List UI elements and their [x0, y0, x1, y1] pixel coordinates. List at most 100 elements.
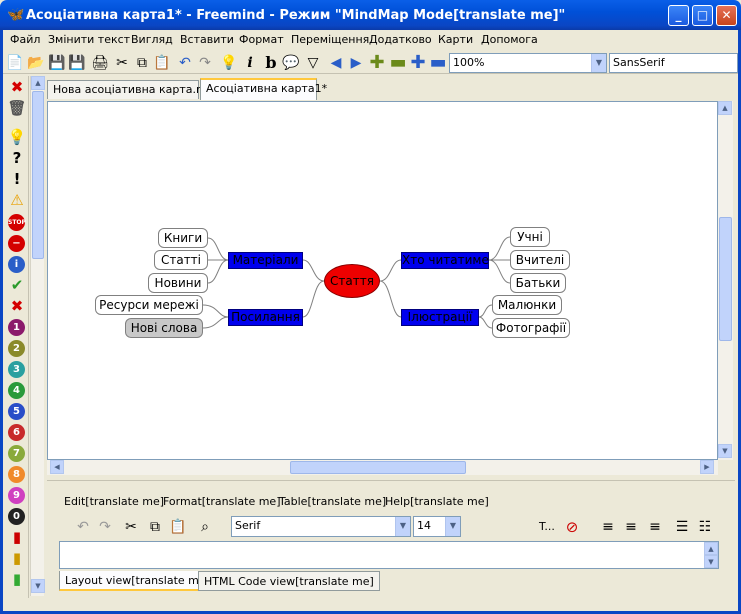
number-1-icon[interactable]: 1	[8, 319, 25, 336]
vertical-scroll-thumb[interactable]	[719, 217, 732, 341]
trash-icon[interactable]: 🗑	[6, 99, 28, 117]
chevron-down-icon[interactable]: ▼	[591, 54, 606, 72]
paste-icon[interactable]: 📋	[153, 54, 171, 72]
scroll-left-icon[interactable]: ◀	[50, 460, 64, 474]
align-left-icon[interactable]: ≡	[599, 518, 617, 536]
scroll-thumb[interactable]	[32, 91, 44, 259]
cut-icon[interactable]: ✂	[113, 54, 131, 72]
cross-icon[interactable]: ✖	[6, 297, 28, 315]
arrow-right-icon[interactable]: ▶	[347, 54, 365, 72]
menu-tools[interactable]: Додатково	[369, 33, 432, 46]
menu-format[interactable]: Формат	[239, 33, 284, 46]
root-node[interactable]: Стаття	[324, 264, 380, 298]
filter-icon[interactable]: ▽	[304, 54, 322, 72]
no-format-icon[interactable]: ⊘	[563, 518, 581, 536]
scroll-down-icon[interactable]: ▼	[31, 579, 45, 593]
number-2-icon[interactable]: 2	[8, 340, 25, 357]
icons-toolbar-scrollbar[interactable]: ▲ ▼	[30, 76, 45, 596]
warning-icon[interactable]: ⚠	[6, 191, 28, 209]
tab-new-map[interactable]: Нова асоціативна карта.mm	[47, 80, 217, 99]
node-new-words[interactable]: Нові слова	[125, 318, 203, 338]
node-teachers[interactable]: Вчителі	[510, 250, 570, 270]
horizontal-scroll-thumb[interactable]	[290, 461, 466, 474]
checkmark-icon[interactable]: ✔	[6, 276, 28, 294]
editor-menu-table[interactable]: Table[translate me]	[279, 495, 386, 508]
menu-insert[interactable]: Вставити	[180, 33, 234, 46]
number-5-icon[interactable]: 5	[8, 403, 25, 420]
info-icon[interactable]: i	[8, 256, 25, 273]
add-icon[interactable]: ✚	[409, 54, 427, 72]
scroll-up-icon[interactable]: ▲	[31, 76, 45, 90]
bullet-list-icon[interactable]: ☰	[673, 518, 691, 536]
editor-size-select[interactable]: 14 ▼	[413, 516, 461, 537]
align-center-icon[interactable]: ≡	[622, 518, 640, 536]
node-readers[interactable]: Хто читатиме	[401, 252, 489, 269]
scroll-right-icon[interactable]: ▶	[700, 460, 714, 474]
menu-maps[interactable]: Карти	[438, 33, 473, 46]
new-file-icon[interactable]: 📄	[6, 54, 24, 72]
bold-icon[interactable]: b	[262, 54, 280, 72]
remove-last-icon-icon[interactable]: ✖	[6, 78, 28, 96]
node-news[interactable]: Новини	[148, 273, 208, 293]
redo-icon[interactable]: ↷	[196, 54, 214, 72]
undo-icon[interactable]: ↶	[176, 54, 194, 72]
text-style-button[interactable]: T...	[539, 520, 555, 533]
number-0-icon[interactable]: 0	[8, 508, 25, 525]
node-materials[interactable]: Матеріали	[228, 252, 303, 269]
number-6-icon[interactable]: 6	[8, 424, 25, 441]
copy-icon[interactable]: ⧉	[146, 518, 164, 536]
chevron-down-icon[interactable]: ▼	[395, 517, 410, 536]
menu-view[interactable]: Вигляд	[131, 33, 173, 46]
arrow-left-icon[interactable]: ◀	[327, 54, 345, 72]
zoom-in-plus-icon[interactable]: ✚	[368, 54, 386, 72]
remove-icon[interactable]: ▬	[429, 54, 447, 72]
scroll-down-icon[interactable]: ▼	[718, 444, 732, 458]
scroll-down-icon[interactable]: ▼	[704, 555, 718, 568]
menu-edit-text[interactable]: Змінити текст	[48, 33, 130, 46]
maximize-button[interactable]: □	[692, 5, 713, 26]
scroll-up-icon[interactable]: ▲	[718, 101, 732, 115]
save-icon[interactable]: 💾	[48, 54, 66, 72]
undo-icon[interactable]: ↶	[74, 518, 92, 536]
node-parents[interactable]: Батьки	[510, 273, 566, 293]
scroll-up-icon[interactable]: ▲	[704, 542, 718, 555]
save-as-icon[interactable]: 💾	[68, 54, 86, 72]
idea-icon[interactable]: 💡	[6, 128, 28, 146]
menu-help[interactable]: Допомога	[481, 33, 538, 46]
node-articles[interactable]: Статті	[154, 250, 208, 270]
cut-icon[interactable]: ✂	[122, 518, 140, 536]
canvas-vertical-scrollbar[interactable]: ▲ ▼	[718, 101, 733, 460]
number-8-icon[interactable]: 8	[8, 466, 25, 483]
tab-layout-view[interactable]: Layout view[translate me]	[59, 571, 216, 591]
tab-html-code-view[interactable]: HTML Code view[translate me]	[198, 571, 380, 591]
traffic-light-yellow-icon[interactable]: ▮	[6, 549, 28, 567]
cloud-bubble-icon[interactable]: 💬	[282, 54, 300, 72]
question-icon[interactable]: ?	[6, 149, 28, 167]
number-9-icon[interactable]: 9	[8, 487, 25, 504]
exclamation-icon[interactable]: !	[6, 170, 28, 188]
paste-icon[interactable]: 📋	[169, 518, 187, 536]
number-3-icon[interactable]: 3	[8, 361, 25, 378]
tab-map1[interactable]: Асоціативна карта1*	[200, 78, 327, 100]
traffic-light-red-icon[interactable]: ▮	[6, 528, 28, 546]
find-binoculars-icon[interactable]: ⌕	[196, 518, 214, 536]
node-illustrations[interactable]: Ілюстрації	[401, 309, 479, 326]
mindmap-canvas[interactable]: Стаття Матеріали Посилання Хто читатиме …	[47, 101, 718, 460]
editor-menu-edit[interactable]: Edit[translate me]	[64, 495, 164, 508]
chevron-down-icon[interactable]: ▼	[445, 517, 460, 536]
node-web-resources[interactable]: Ресурси мережі	[95, 295, 203, 315]
align-right-icon[interactable]: ≡	[646, 518, 664, 536]
print-icon[interactable]: 🖨	[91, 54, 109, 72]
zoom-out-minus-icon[interactable]: ▬	[389, 54, 407, 72]
editor-menu-format[interactable]: Format[translate me]	[163, 495, 280, 508]
traffic-light-green-icon[interactable]: ▮	[6, 570, 28, 588]
numbered-list-icon[interactable]: ☷	[696, 518, 714, 536]
node-photos[interactable]: Фотографії	[492, 318, 570, 338]
italic-icon[interactable]: i	[241, 54, 259, 72]
node-links[interactable]: Посилання	[228, 309, 303, 326]
menu-file[interactable]: Файл	[10, 33, 40, 46]
number-7-icon[interactable]: 7	[8, 445, 25, 462]
zoom-select[interactable]: 100% ▼	[449, 53, 607, 73]
no-entry-icon[interactable]: −	[8, 235, 25, 252]
open-file-icon[interactable]: 📂	[27, 54, 45, 72]
